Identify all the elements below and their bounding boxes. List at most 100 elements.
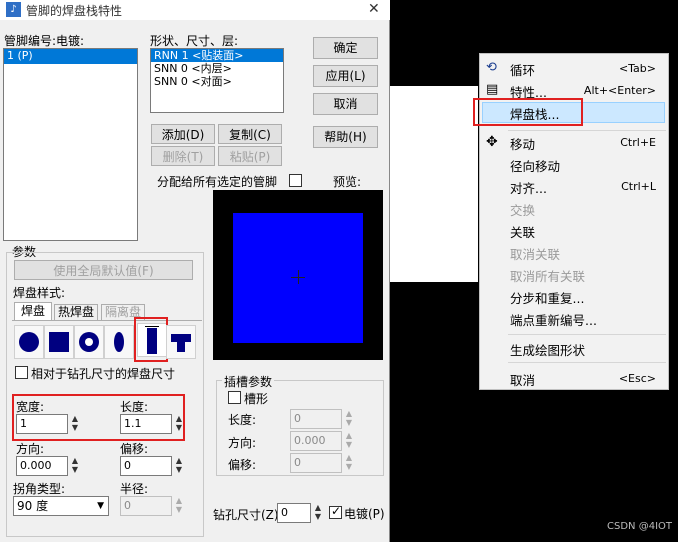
menu-item-align[interactable]: 对齐... xyxy=(510,178,547,197)
layer-item[interactable]: SNN 0 <内层> xyxy=(151,62,283,75)
menu-item-radial-move[interactable]: 径向移动 xyxy=(510,156,560,175)
menu-separator xyxy=(508,130,666,131)
layer-list[interactable]: RNN 1 <贴装面> SNN 0 <内层> SNN 0 <对面> xyxy=(150,48,284,113)
menu-shortcut: <Tab> xyxy=(618,62,656,75)
slot-offset-spinner[interactable]: ▲ ▼ xyxy=(344,453,354,471)
direction-input[interactable]: 0.000 xyxy=(16,456,68,476)
menu-item-cycle[interactable]: 循环 xyxy=(510,60,535,79)
help-button[interactable]: 帮助(H) xyxy=(313,126,378,148)
drill-label: 钻孔尺寸(Z): xyxy=(213,508,283,522)
custom-shape-button[interactable] xyxy=(166,325,196,359)
menu-shortcut: Alt+<Enter> xyxy=(583,84,656,97)
slot-offset-label: 偏移: xyxy=(228,458,257,472)
radius-spinner[interactable]: ▲ ▼ xyxy=(174,496,184,514)
pin-label: 管脚编号:电镀: xyxy=(4,34,85,48)
relative-label: 相对于钻孔尺寸的焊盘尺寸 xyxy=(31,367,176,381)
relative-checkbox[interactable] xyxy=(15,366,28,379)
pad-style-label: 焊盘样式: xyxy=(13,286,66,300)
oval-shape-button[interactable] xyxy=(104,325,134,359)
menu-item-renumber[interactable]: 端点重新编号... xyxy=(510,310,597,329)
drill-spinner[interactable]: ▲ ▼ xyxy=(313,503,323,521)
layer-item[interactable]: RNN 1 <贴装面> xyxy=(151,49,283,62)
round-shape-button[interactable] xyxy=(14,325,44,359)
app-icon: ♪ xyxy=(6,2,21,17)
menu-separator xyxy=(508,362,666,363)
slot-direction-input[interactable]: 0.000 xyxy=(290,431,342,451)
slot-group-label: 插槽参数 xyxy=(222,373,275,390)
properties-icon: ▤ xyxy=(486,82,499,97)
offset-input[interactable]: 0 xyxy=(120,456,172,476)
length-spinner[interactable]: ▲ ▼ xyxy=(174,414,184,432)
assign-label: 分配给所有选定的管脚 xyxy=(157,175,278,189)
delete-button[interactable]: 删除(T) xyxy=(151,146,215,166)
highlight-box xyxy=(134,317,168,362)
title-bar: ♪ 管脚的焊盘栈特性 ✕ xyxy=(0,0,390,20)
apply-button[interactable]: 应用(L) xyxy=(313,65,378,87)
slot-direction-label: 方向: xyxy=(228,436,257,450)
menu-item-step-repeat[interactable]: 分步和重复... xyxy=(510,288,584,307)
slot-length-label: 长度: xyxy=(228,413,257,427)
menu-item-swap[interactable]: 交换 xyxy=(510,200,535,219)
menu-separator xyxy=(508,334,666,335)
ok-button[interactable]: 确定 xyxy=(313,37,378,59)
chevron-down-icon: ▼ xyxy=(97,501,104,511)
plated-label: 电镀(P) xyxy=(344,507,385,521)
square-pad-icon xyxy=(49,332,69,352)
slot-length-spinner[interactable]: ▲ ▼ xyxy=(344,409,354,427)
length-input[interactable]: 1.1 xyxy=(120,414,172,434)
crosshair-v xyxy=(298,270,299,284)
offset-spinner[interactable]: ▲ ▼ xyxy=(174,456,184,474)
watermark: CSDN @4IOT xyxy=(607,521,672,532)
menu-item-cancel[interactable]: 取消 xyxy=(510,370,535,389)
menu-shortcut: Ctrl+E xyxy=(620,136,656,149)
menu-item-move[interactable]: 移动 xyxy=(510,134,535,153)
slot-label: 槽形 xyxy=(244,392,269,406)
cancel-button[interactable]: 取消 xyxy=(313,93,378,115)
padstack-dialog: ♪ 管脚的焊盘栈特性 ✕ 管脚编号:电镀: 1 (P) 形状、尺寸、层: RNN… xyxy=(0,0,390,542)
layer-item[interactable]: SNN 0 <对面> xyxy=(151,75,283,88)
dialog-title: 管脚的焊盘栈特性 xyxy=(26,4,123,18)
direction-spinner[interactable]: ▲ ▼ xyxy=(70,456,80,474)
corner-value: 90 度 xyxy=(17,499,49,513)
global-default-button[interactable]: 使用全局默认值(F) xyxy=(14,260,193,280)
slot-direction-spinner[interactable]: ▲ ▼ xyxy=(344,431,354,449)
width-spinner[interactable]: ▲ ▼ xyxy=(70,414,80,432)
preview-label: 预览: xyxy=(333,175,362,189)
menu-shortcut: Ctrl+L xyxy=(621,180,656,193)
assign-checkbox[interactable] xyxy=(289,174,302,187)
square-shape-button[interactable] xyxy=(44,325,74,359)
slot-offset-input[interactable]: 0 xyxy=(290,453,342,473)
close-icon[interactable]: ✕ xyxy=(368,0,382,18)
drill-input[interactable]: 0 xyxy=(277,503,311,523)
radius-label: 半径: xyxy=(120,482,149,496)
slot-checkbox[interactable] xyxy=(228,391,241,404)
menu-item-disassociate[interactable]: 取消关联 xyxy=(510,244,560,263)
length-label: 长度: xyxy=(120,400,149,414)
width-label: 宽度: xyxy=(16,400,45,414)
oval-pad-icon xyxy=(114,332,124,352)
tab-thermal[interactable]: 热焊盘 xyxy=(54,304,98,320)
move-icon: ✥ xyxy=(486,134,498,150)
paste-button[interactable]: 粘贴(P) xyxy=(218,146,282,166)
corner-select[interactable]: 90 度 ▼ xyxy=(13,496,109,516)
preview-area xyxy=(213,190,383,360)
menu-item-associate[interactable]: 关联 xyxy=(510,222,535,241)
width-input[interactable]: 1 xyxy=(16,414,68,434)
corner-label: 拐角类型: xyxy=(13,482,66,496)
pin-list-item[interactable]: 1 (P) xyxy=(4,49,137,64)
cycle-icon: ⟲ xyxy=(486,60,497,75)
radius-input[interactable]: 0 xyxy=(120,496,172,516)
offset-label: 偏移: xyxy=(120,442,149,456)
direction-label: 方向: xyxy=(16,442,45,456)
annular-shape-button[interactable] xyxy=(74,325,104,359)
copy-button[interactable]: 复制(C) xyxy=(218,124,282,144)
plated-checkbox[interactable] xyxy=(329,504,342,519)
thermal-shape-icon xyxy=(171,334,191,352)
tab-pad[interactable]: 焊盘 xyxy=(14,302,52,320)
add-button[interactable]: 添加(D) xyxy=(151,124,215,144)
round-pad-icon xyxy=(19,332,39,352)
pin-list[interactable]: 1 (P) xyxy=(3,48,138,241)
menu-item-create-drawing[interactable]: 生成绘图形状 xyxy=(510,340,585,359)
slot-length-input[interactable]: 0 xyxy=(290,409,342,429)
menu-item-disassociate-all[interactable]: 取消所有关联 xyxy=(510,266,585,285)
